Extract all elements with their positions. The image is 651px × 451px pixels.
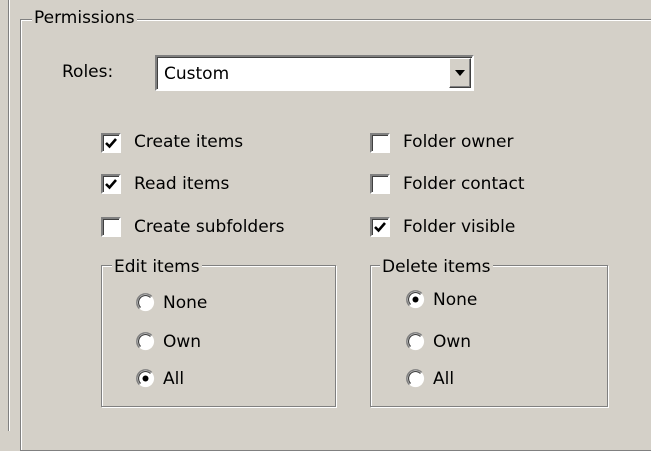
read-items-checkbox[interactable]	[101, 174, 121, 194]
permissions-group-title: Permissions	[32, 8, 137, 28]
create-items-checkbox[interactable]	[101, 133, 121, 153]
delete-items-own-label[interactable]: Own	[433, 332, 471, 352]
roles-label: Roles:	[62, 62, 114, 82]
roles-dropdown-button[interactable]	[449, 58, 471, 88]
create-subfolders-checkbox[interactable]	[101, 217, 121, 237]
edit-items-all-radio[interactable]	[136, 369, 155, 388]
edit-items-group-title: Edit items	[112, 257, 202, 277]
check-mark-icon	[374, 222, 386, 233]
edit-items-own-label[interactable]: Own	[163, 332, 201, 352]
radio-dot-icon	[412, 296, 419, 303]
folder-visible-label[interactable]: Folder visible	[403, 217, 515, 237]
delete-items-own-radio[interactable]	[406, 332, 425, 351]
folder-owner-checkbox[interactable]	[370, 133, 390, 153]
edit-items-own-radio[interactable]	[136, 332, 155, 351]
check-mark-icon	[105, 138, 117, 149]
delete-items-all-label[interactable]: All	[433, 369, 454, 389]
check-mark-icon	[105, 179, 117, 190]
chevron-down-icon	[455, 70, 465, 76]
folder-contact-label[interactable]: Folder contact	[403, 174, 525, 194]
delete-items-none-radio[interactable]	[406, 290, 425, 309]
read-items-label[interactable]: Read items	[134, 174, 229, 194]
delete-items-all-radio[interactable]	[406, 369, 425, 388]
folder-owner-label[interactable]: Folder owner	[403, 132, 513, 152]
edit-items-none-radio[interactable]	[136, 293, 155, 312]
delete-items-none-label[interactable]: None	[433, 290, 477, 310]
edit-items-none-label[interactable]: None	[163, 293, 207, 313]
edit-items-all-label[interactable]: All	[163, 369, 184, 389]
roles-select-value: Custom	[164, 64, 230, 84]
folder-contact-checkbox[interactable]	[370, 174, 390, 194]
dialog-left-edge	[8, 0, 10, 431]
roles-select[interactable]: Custom	[155, 55, 474, 91]
delete-items-group-title: Delete items	[380, 257, 493, 277]
radio-dot-icon	[142, 375, 149, 382]
create-subfolders-label[interactable]: Create subfolders	[134, 217, 285, 237]
create-items-label[interactable]: Create items	[134, 132, 243, 152]
folder-visible-checkbox[interactable]	[370, 217, 390, 237]
